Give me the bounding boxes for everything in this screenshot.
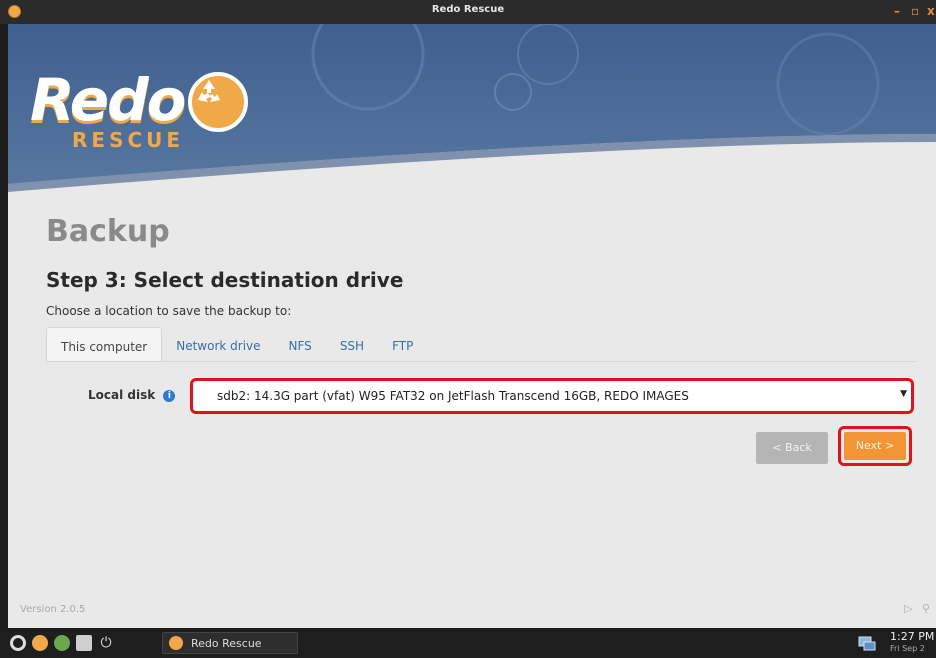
tab-nfs[interactable]: NFS bbox=[275, 327, 326, 361]
redo-task-icon bbox=[169, 636, 183, 650]
task-label: Redo Rescue bbox=[191, 637, 262, 650]
local-disk-label-text: Local disk bbox=[88, 388, 156, 402]
taskbar-task-redo-rescue[interactable]: Redo Rescue bbox=[162, 632, 298, 654]
power-icon[interactable]: ⏻ bbox=[98, 635, 114, 651]
info-icon[interactable]: i bbox=[163, 389, 176, 402]
tab-this-computer[interactable]: This computer bbox=[46, 327, 163, 361]
local-disk-select[interactable]: sdb2: 14.3G part (vfat) W95 FAT32 on Jet… bbox=[190, 378, 914, 414]
clock-date: Fri Sep 2 bbox=[890, 644, 925, 653]
close-icon[interactable]: x bbox=[927, 4, 935, 18]
redo-app-icon[interactable] bbox=[32, 635, 48, 651]
page-title: Backup bbox=[46, 214, 170, 249]
settings-icon[interactable] bbox=[10, 635, 26, 651]
next-button[interactable]: Next > bbox=[844, 432, 906, 460]
logo-subtitle: RESCUE bbox=[72, 128, 185, 152]
recycle-icon bbox=[188, 72, 248, 132]
corner-icons: ▷ ⚲ bbox=[904, 602, 930, 615]
header-banner: Redo RESCUE bbox=[8, 24, 936, 214]
tab-ssh[interactable]: SSH bbox=[326, 327, 378, 361]
logo-wordmark: Redo bbox=[30, 66, 186, 134]
step-title: Step 3: Select destination drive bbox=[46, 268, 404, 292]
tab-divider bbox=[46, 361, 916, 362]
clock-time: 1:27 PM bbox=[890, 630, 935, 643]
tab-ftp[interactable]: FTP bbox=[378, 327, 427, 361]
tab-network-drive[interactable]: Network drive bbox=[162, 327, 274, 361]
minimize-icon[interactable]: – bbox=[894, 4, 900, 18]
chevron-down-icon[interactable]: ▼ bbox=[900, 389, 907, 399]
window-titlebar: Redo Rescue – ▫ x bbox=[0, 0, 936, 24]
window-title: Redo Rescue bbox=[431, 4, 505, 15]
globe-icon[interactable] bbox=[54, 635, 70, 651]
local-disk-selected-value: sdb2: 14.3G part (vfat) W95 FAT32 on Jet… bbox=[217, 389, 689, 403]
instruction-text: Choose a location to save the backup to: bbox=[46, 304, 292, 318]
file-manager-icon[interactable] bbox=[76, 635, 92, 651]
next-button-highlight: Next > bbox=[838, 426, 912, 466]
destination-tabs: This computer Network drive NFS SSH FTP bbox=[46, 327, 427, 361]
play-icon[interactable]: ▷ bbox=[904, 602, 912, 615]
version-text: Version 2.0.5 bbox=[20, 604, 86, 615]
back-button[interactable]: < Back bbox=[756, 432, 828, 464]
clock[interactable]: 1:27 PM Fri Sep 2 bbox=[890, 631, 934, 655]
network-icon[interactable] bbox=[858, 634, 876, 652]
app-window: Redo RESCUE Backup Step 3: Select destin… bbox=[8, 24, 936, 628]
local-disk-label: Local disk i bbox=[88, 388, 176, 402]
search-icon[interactable]: ⚲ bbox=[922, 602, 930, 615]
taskbar: ⏻ Redo Rescue 1:27 PM Fri Sep 2 bbox=[0, 628, 936, 658]
maximize-icon[interactable]: ▫ bbox=[911, 4, 919, 18]
